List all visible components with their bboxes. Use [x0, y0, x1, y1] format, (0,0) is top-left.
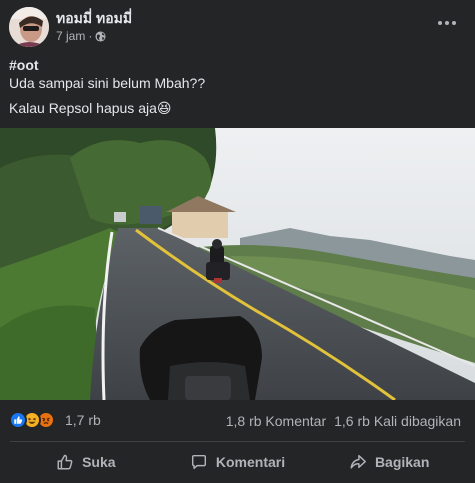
- like-button-label: Suka: [82, 454, 116, 470]
- post-time[interactable]: 7 jam: [56, 29, 85, 43]
- hashtag-link[interactable]: #oot: [9, 57, 39, 73]
- facebook-post: ทอมมี่ ทอมมี่ 7 jam · #oot Uda sampai si…: [0, 0, 475, 483]
- share-count-link[interactable]: 1,6 rb Kali dibagikan: [334, 413, 461, 429]
- separator-dot: ·: [88, 29, 93, 43]
- engagement-counts: 1,8 rb Komentar 1,6 rb Kali dibagikan: [226, 413, 461, 429]
- share-button-label: Bagikan: [374, 454, 430, 470]
- divider: [10, 441, 465, 442]
- like-icon: [9, 411, 27, 429]
- avatar-image: [9, 7, 49, 47]
- reaction-summary[interactable]: 1,7 rb: [9, 411, 101, 429]
- comment-button-label: Komentari: [215, 454, 286, 470]
- like-button[interactable]: Suka: [10, 443, 162, 481]
- comment-button[interactable]: Komentari: [162, 443, 314, 481]
- laughing-emoji: 😆: [156, 100, 172, 116]
- more-dot-icon: [452, 21, 456, 25]
- thumbs-up-icon: [57, 454, 73, 470]
- more-dot-icon: [445, 21, 449, 25]
- post-video[interactable]: [0, 128, 475, 400]
- action-bar: Suka Komentari Bagikan: [10, 443, 465, 481]
- post-meta: 7 jam ·: [56, 29, 106, 43]
- share-icon: [350, 454, 366, 469]
- post-text-line-1: Uda sampai sini belum Mbah??: [9, 75, 206, 91]
- reaction-count: 1,7 rb: [65, 412, 101, 428]
- more-options-button[interactable]: [435, 13, 459, 33]
- share-button[interactable]: Bagikan: [313, 443, 465, 481]
- avatar[interactable]: [9, 7, 49, 47]
- author-name[interactable]: ทอมมี่ ทอมมี่: [56, 8, 132, 30]
- video-frame: [0, 128, 475, 400]
- post-text-line-2: Kalau Repsol hapus aja: [9, 100, 157, 116]
- more-dot-icon: [438, 21, 442, 25]
- post-text: #oot Uda sampai sini belum Mbah?? Kalau …: [9, 56, 465, 117]
- comment-icon: [191, 454, 206, 470]
- comment-count-link[interactable]: 1,8 rb Komentar: [226, 413, 326, 429]
- globe-icon: [95, 30, 106, 42]
